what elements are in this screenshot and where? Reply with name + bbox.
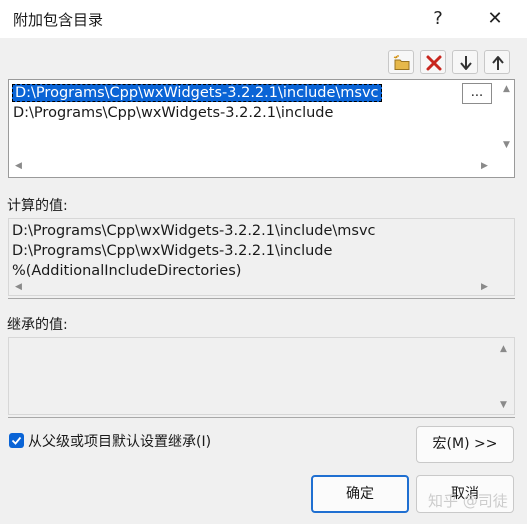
move-down-button[interactable] [452, 50, 478, 74]
inherit-checkbox[interactable] [9, 433, 24, 448]
inherited-values-label: 继承的值: [7, 317, 68, 333]
delete-line-button[interactable] [420, 50, 446, 74]
ok-button[interactable]: 确定 [311, 475, 409, 513]
title-bar: 附加包含目录 ? ✕ [0, 0, 527, 38]
close-button[interactable]: ✕ [475, 4, 515, 34]
dialog: 附加包含目录 ? ✕ D:\Programs\Cpp\wxWidgets-3.2… [0, 0, 527, 524]
divider [8, 417, 515, 418]
scroll-down-arrow-icon[interactable]: ▼ [500, 400, 507, 410]
divider [8, 298, 515, 299]
watermark: 知乎 @司徒 [428, 492, 508, 510]
computed-value-line: D:\Programs\Cpp\wxWidgets-3.2.2.1\includ… [12, 223, 376, 239]
inherit-checkbox-label[interactable]: 从父级或项目默认设置继承(I) [28, 431, 211, 451]
scroll-up-arrow-icon[interactable]: ▲ [503, 84, 510, 94]
scroll-left-arrow-icon[interactable]: ◀ [15, 161, 22, 171]
move-up-button[interactable] [484, 50, 510, 74]
computed-values-box: D:\Programs\Cpp\wxWidgets-3.2.2.1\includ… [8, 218, 515, 296]
scroll-right-arrow-icon[interactable]: ▶ [481, 282, 488, 292]
scroll-up-arrow-icon[interactable]: ▲ [500, 344, 507, 354]
list-item-selected[interactable]: D:\Programs\Cpp\wxWidgets-3.2.2.1\includ… [12, 84, 382, 102]
browse-button[interactable]: ... [462, 83, 492, 104]
scroll-right-arrow-icon[interactable]: ▶ [481, 161, 488, 171]
inherited-values-box: ▲ ▼ [8, 337, 515, 415]
list-item[interactable]: D:\Programs\Cpp\wxWidgets-3.2.2.1\includ… [13, 105, 333, 121]
computed-value-line: D:\Programs\Cpp\wxWidgets-3.2.2.1\includ… [12, 243, 333, 259]
computed-value-line: %(AdditionalIncludeDirectories) [12, 263, 242, 279]
help-button[interactable]: ? [418, 4, 458, 34]
checkmark-icon [11, 436, 22, 445]
list-item-edit-field[interactable]: D:\Programs\Cpp\wxWidgets-3.2.2.1\includ… [12, 84, 382, 102]
scroll-left-arrow-icon[interactable]: ◀ [15, 282, 22, 292]
computed-values-label: 计算的值: [7, 198, 68, 214]
dialog-title: 附加包含目录 [13, 11, 104, 29]
new-line-button[interactable] [388, 50, 414, 74]
macro-button[interactable]: 宏(M) >> [416, 426, 514, 463]
directory-list[interactable]: D:\Programs\Cpp\wxWidgets-3.2.2.1\includ… [8, 79, 515, 178]
scroll-down-arrow-icon[interactable]: ▼ [503, 140, 510, 150]
